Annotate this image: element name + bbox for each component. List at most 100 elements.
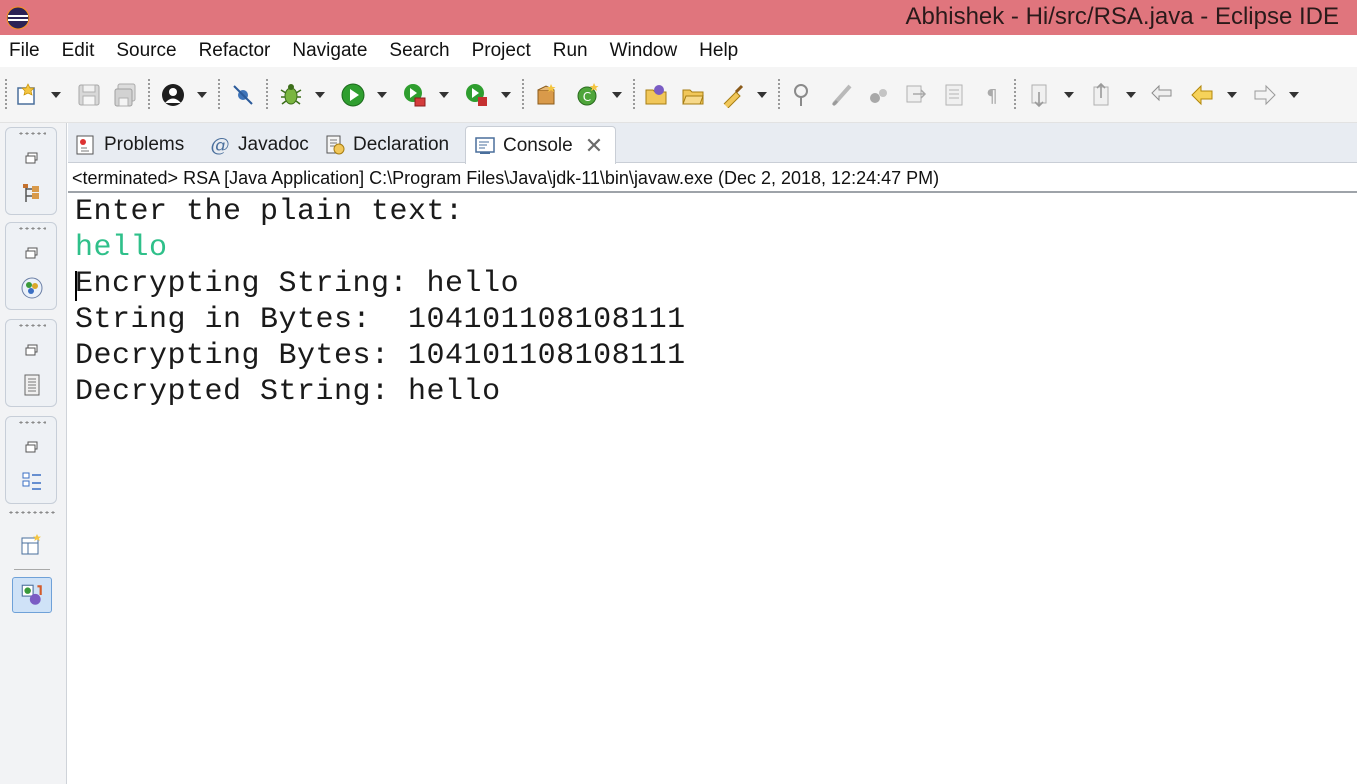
run-dropdown-icon[interactable]	[376, 90, 388, 100]
coverage-icon[interactable]	[401, 81, 429, 109]
menu-navigate[interactable]: Navigate	[281, 35, 378, 67]
next-annotation-icon[interactable]	[1026, 81, 1054, 109]
tab-label: Problems	[104, 133, 185, 155]
trim-drag-handle[interactable]	[18, 227, 46, 230]
menu-bar: File Edit Source Refactor Navigate Searc…	[0, 35, 1357, 67]
main-toolbar: C ¶	[0, 67, 1357, 123]
last-edit-location-icon[interactable]	[1148, 81, 1176, 109]
new-java-package-icon[interactable]	[533, 81, 561, 109]
menu-refactor[interactable]: Refactor	[188, 35, 282, 67]
menu-search[interactable]: Search	[378, 35, 460, 67]
console-line: Encrypting String: hello	[75, 267, 520, 301]
pin-icon[interactable]	[789, 81, 817, 109]
tab-label: Console	[503, 134, 573, 156]
search-dropdown-icon[interactable]	[756, 90, 768, 100]
save-icon[interactable]	[75, 81, 103, 109]
outline-icon[interactable]	[19, 275, 45, 301]
tab-label: Declaration	[353, 133, 450, 155]
profile-dropdown-icon[interactable]	[196, 90, 208, 100]
search-icon[interactable]	[719, 81, 747, 109]
toolbar-separator	[522, 79, 524, 111]
restore-icon[interactable]	[19, 146, 45, 172]
new-java-class-icon[interactable]: C	[574, 81, 602, 109]
restore-icon[interactable]	[19, 241, 45, 267]
svg-text:¶: ¶	[986, 86, 997, 107]
task-list-icon[interactable]	[19, 469, 45, 495]
trim-stack-1	[5, 127, 57, 215]
toggle-block-icon[interactable]	[902, 81, 930, 109]
tab-label: Javadoc	[238, 133, 309, 155]
save-all-icon[interactable]	[111, 81, 139, 109]
trim-stack-3	[5, 319, 57, 407]
tab-declaration[interactable]: Declaration	[323, 126, 449, 163]
debug-icon[interactable]	[277, 81, 305, 109]
left-trim-bar	[0, 123, 67, 784]
trim-separator	[14, 569, 50, 570]
console-line: Enter the plain text:	[75, 195, 464, 229]
menu-run[interactable]: Run	[542, 35, 599, 67]
toggle-word-wrap-icon[interactable]	[940, 81, 968, 109]
toolbar-separator	[5, 79, 7, 111]
forward-icon[interactable]	[1251, 81, 1279, 109]
menu-file[interactable]: File	[0, 35, 51, 67]
external-tools-dropdown-icon[interactable]	[500, 90, 512, 100]
text-cursor	[75, 271, 77, 301]
previous-annotation-icon[interactable]	[1088, 81, 1116, 109]
open-type-icon[interactable]	[642, 81, 670, 109]
profile-icon[interactable]	[159, 81, 187, 109]
new-class-dropdown-icon[interactable]	[611, 90, 623, 100]
javadoc-icon: @	[210, 133, 230, 156]
tab-console[interactable]: Console ✕	[465, 126, 617, 164]
java-perspective-button[interactable]	[12, 577, 52, 613]
toolbar-separator	[148, 79, 150, 111]
view-tab-bar: Problems @ Javadoc Declaration Console ✕	[68, 123, 1357, 164]
trim-drag-handle[interactable]	[18, 132, 46, 135]
run-icon[interactable]	[339, 81, 367, 109]
menu-window[interactable]: Window	[599, 35, 689, 67]
problems-icon	[74, 133, 98, 157]
mark-occurrences-icon[interactable]	[828, 81, 856, 109]
back-icon[interactable]	[1188, 81, 1216, 109]
toolbar-separator	[266, 79, 268, 111]
new-icon[interactable]	[13, 81, 41, 109]
next-annotation-dropdown-icon[interactable]	[1063, 90, 1075, 100]
console-line: Decrypted String: hello	[75, 375, 501, 409]
coverage-dropdown-icon[interactable]	[438, 90, 450, 100]
trim-drag-handle[interactable]	[18, 324, 46, 327]
external-tools-icon[interactable]	[463, 81, 491, 109]
menu-project[interactable]: Project	[461, 35, 542, 67]
new-dropdown-icon[interactable]	[50, 90, 62, 100]
menu-edit[interactable]: Edit	[51, 35, 106, 67]
previous-annotation-dropdown-icon[interactable]	[1125, 90, 1137, 100]
svg-text:C: C	[583, 90, 591, 104]
console-output-area[interactable]: Enter the plain text: hello Encrypting S…	[68, 195, 1357, 784]
window-title: Abhishek - Hi/src/RSA.java - Eclipse IDE	[905, 3, 1339, 30]
package-explorer-icon[interactable]	[19, 180, 45, 206]
trim-drag-handle[interactable]	[18, 421, 46, 424]
skip-breakpoints-icon[interactable]	[229, 81, 257, 109]
tab-problems[interactable]: Problems	[74, 126, 184, 163]
annotation-icon[interactable]	[865, 81, 893, 109]
tab-javadoc[interactable]: @ Javadoc	[208, 126, 309, 163]
console-input-line: hello	[75, 231, 168, 265]
debug-dropdown-icon[interactable]	[314, 90, 326, 100]
editor-area-icon[interactable]	[19, 372, 45, 398]
restore-icon[interactable]	[19, 435, 45, 461]
toolbar-separator	[218, 79, 220, 111]
menu-source[interactable]: Source	[105, 35, 187, 67]
declaration-icon	[323, 133, 347, 157]
trim-separator	[8, 511, 56, 514]
open-perspective-icon[interactable]	[18, 532, 44, 558]
console-line: Decrypting Bytes: 104101108108111	[75, 339, 686, 373]
menu-help[interactable]: Help	[688, 35, 749, 67]
forward-dropdown-icon[interactable]	[1288, 90, 1300, 100]
trim-stack-4	[5, 416, 57, 504]
show-whitespace-icon[interactable]: ¶	[978, 81, 1006, 109]
eclipse-logo-icon[interactable]	[6, 6, 30, 30]
open-task-icon[interactable]	[679, 81, 707, 109]
back-dropdown-icon[interactable]	[1226, 90, 1238, 100]
close-icon[interactable]: ✕	[585, 134, 603, 157]
console-line: String in Bytes: 104101108108111	[75, 303, 686, 337]
restore-icon[interactable]	[19, 338, 45, 364]
console-icon	[473, 134, 497, 158]
